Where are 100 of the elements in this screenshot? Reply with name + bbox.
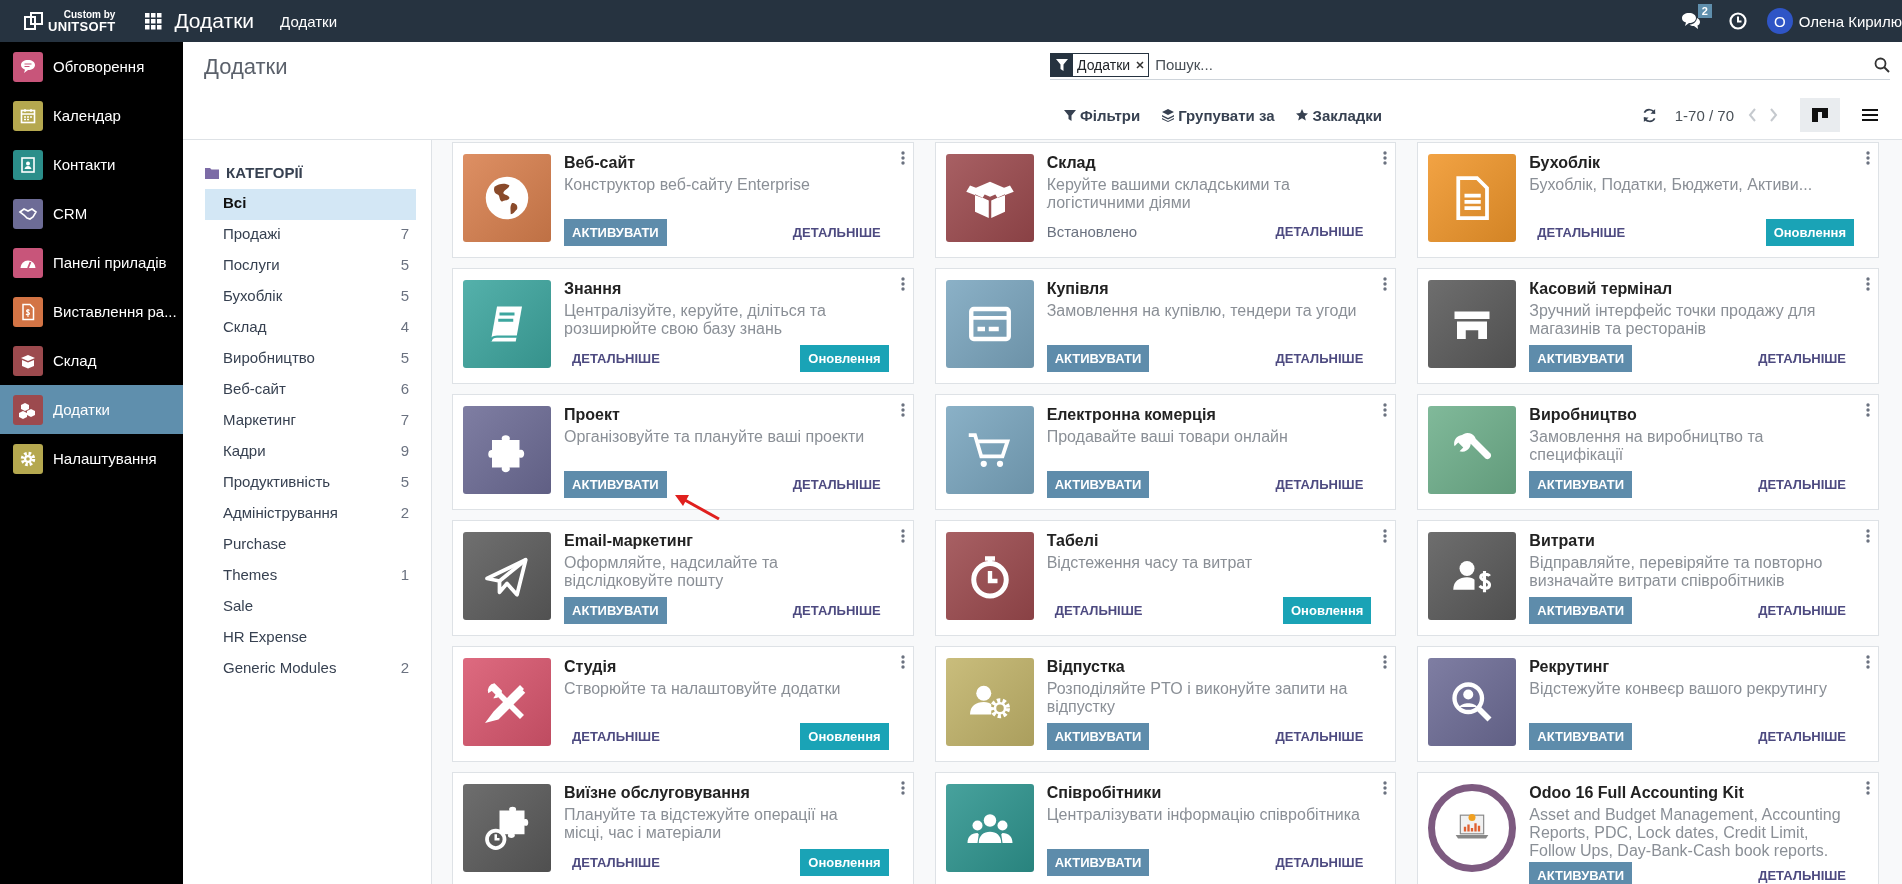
category-count: 6 — [400, 380, 409, 399]
details-link[interactable]: ДЕТАЛЬНІШЕ — [1750, 597, 1854, 624]
category-item[interactable]: Бухоблік 5 — [205, 282, 416, 313]
sidebar-item[interactable]: Панелі приладів — [0, 238, 183, 287]
kanban-view-icon — [1812, 108, 1828, 122]
details-link[interactable]: ДЕТАЛЬНІШЕ — [784, 219, 889, 246]
kebab-menu-icon[interactable] — [900, 781, 905, 795]
kebab-menu-icon[interactable] — [1383, 277, 1388, 291]
category-item[interactable]: Виробництво 5 — [205, 344, 416, 375]
kebab-menu-icon[interactable] — [1383, 403, 1388, 417]
details-link[interactable]: ДЕТАЛЬНІШЕ — [1267, 345, 1372, 372]
activate-button[interactable]: АКТИВУВАТИ — [1046, 849, 1150, 876]
category-item[interactable]: Адміністрування 2 — [205, 499, 416, 530]
sidebar-item[interactable]: Налаштування — [0, 434, 183, 483]
details-link[interactable]: ДЕТАЛЬНІШЕ — [1529, 219, 1634, 246]
details-link[interactable]: ДЕТАЛЬНІШЕ — [1750, 862, 1854, 884]
activate-button[interactable]: АКТИВУВАТИ — [1046, 723, 1150, 750]
app-description: Створюйте та налаштовуйте додатки — [564, 680, 842, 699]
details-link[interactable]: ДЕТАЛЬНІШЕ — [1267, 471, 1372, 498]
activate-button[interactable]: АКТИВУВАТИ — [1529, 723, 1632, 750]
kebab-menu-icon[interactable] — [900, 277, 905, 291]
pager-value[interactable]: 1-70 / 70 — [1674, 106, 1734, 124]
activate-button[interactable]: АКТИВУВАТИ — [1046, 345, 1150, 372]
user-avatar[interactable]: O — [1766, 8, 1793, 34]
sidebar-item[interactable]: Контакти — [0, 140, 183, 189]
sidebar-item[interactable]: Календар — [0, 91, 183, 140]
app-title: Касовий термінал — [1529, 280, 1674, 298]
kebab-menu-icon[interactable] — [1383, 655, 1388, 669]
category-item[interactable]: Склад 4 — [205, 313, 416, 344]
details-link[interactable]: ДЕТАЛЬНІШЕ — [784, 597, 889, 624]
activate-button[interactable]: АКТИВУВАТИ — [1529, 471, 1632, 498]
kebab-menu-icon[interactable] — [1866, 655, 1870, 669]
activate-button[interactable]: АКТИВУВАТИ — [564, 597, 667, 624]
app-description: Конструктор веб-сайту Enterprise — [564, 176, 811, 195]
apps-menu-icon[interactable] — [145, 12, 163, 30]
details-link[interactable]: ДЕТАЛЬНІШЕ — [1267, 849, 1372, 876]
filter-facet[interactable]: Додатки — [1050, 52, 1150, 77]
details-link[interactable]: ДЕТАЛЬНІШЕ — [1750, 723, 1854, 750]
kebab-menu-icon[interactable] — [1866, 529, 1870, 543]
kebab-menu-icon[interactable] — [900, 151, 905, 165]
search-icon[interactable] — [1874, 56, 1890, 73]
category-item[interactable]: Всі — [205, 189, 416, 220]
app-description: Оформляйте, надсилайте та відслідковуйте пошту — [564, 554, 779, 591]
app-description: Бухоблік, Податки, Бюджети, Активи... — [1529, 176, 1814, 195]
details-link[interactable]: ДЕТАЛЬНІШЕ — [784, 471, 889, 498]
view-switch-button[interactable] — [1800, 98, 1840, 132]
kebab-menu-icon[interactable] — [900, 403, 905, 417]
details-link[interactable]: ДЕТАЛЬНІШЕ — [1267, 218, 1372, 245]
category-item[interactable]: Маркетинг 7 — [205, 406, 416, 437]
chat-icon[interactable] — [1680, 12, 1701, 30]
category-item[interactable]: Purchase — [205, 530, 416, 561]
kebab-menu-icon[interactable] — [1383, 781, 1388, 795]
user-name[interactable]: Олена Кирилю — [1798, 12, 1902, 30]
activate-button[interactable]: АКТИВУВАТИ — [1529, 862, 1632, 884]
activate-button[interactable]: АКТИВУВАТИ — [1046, 471, 1150, 498]
details-link[interactable]: ДЕТАЛЬНІШЕ — [1750, 471, 1854, 498]
category-item[interactable]: Продуктивність 5 — [205, 468, 416, 499]
activate-button[interactable]: АКТИВУВАТИ — [1529, 597, 1632, 624]
category-item[interactable]: Веб-сайт 6 — [205, 375, 416, 406]
sidebar-item[interactable]: Виставлення ра... — [0, 287, 183, 336]
sidebar-item[interactable]: Обговорення — [0, 42, 183, 91]
details-link[interactable]: ДЕТАЛЬНІШЕ — [564, 849, 668, 876]
sidebar-item[interactable]: CRM — [0, 189, 183, 238]
sidebar-item[interactable]: Склад — [0, 336, 183, 385]
kebab-menu-icon[interactable] — [1383, 529, 1388, 543]
category-label: Продажі — [223, 225, 281, 244]
category-label: Всі — [223, 194, 247, 213]
activate-button[interactable]: АКТИВУВАТИ — [564, 471, 667, 498]
kebab-menu-icon[interactable] — [1866, 781, 1870, 795]
category-item[interactable]: Кадри 9 — [205, 437, 416, 468]
category-item[interactable]: Послуги 5 — [205, 251, 416, 282]
clock-icon[interactable] — [1728, 12, 1747, 30]
activate-button[interactable]: АКТИВУВАТИ — [1529, 345, 1632, 372]
category-label: Продуктивність — [223, 473, 331, 492]
kebab-menu-icon[interactable] — [1866, 277, 1870, 291]
details-link[interactable]: ДЕТАЛЬНІШЕ — [564, 723, 668, 750]
kebab-menu-icon[interactable] — [900, 655, 905, 669]
details-link[interactable]: ДЕТАЛЬНІШЕ — [564, 345, 668, 372]
category-item[interactable]: Продажі 7 — [205, 220, 416, 251]
logo-wordmark: UNITSOFT — [48, 19, 116, 33]
kebab-menu-icon[interactable] — [1383, 151, 1388, 165]
category-item[interactable]: Generic Modules 2 — [205, 654, 416, 685]
details-link[interactable]: ДЕТАЛЬНІШЕ — [1267, 723, 1372, 750]
menu-link[interactable]: Додатки — [280, 12, 337, 30]
toolbar-button[interactable]: Групувати за — [1160, 102, 1277, 128]
kebab-menu-icon[interactable] — [1866, 151, 1870, 165]
activate-button[interactable]: АКТИВУВАТИ — [564, 219, 667, 246]
details-link[interactable]: ДЕТАЛЬНІШЕ — [1750, 345, 1854, 372]
details-link[interactable]: ДЕТАЛЬНІШЕ — [1046, 597, 1151, 624]
refresh-icon[interactable] — [1641, 107, 1657, 123]
category-item[interactable]: Themes 1 — [205, 561, 416, 592]
kebab-menu-icon[interactable] — [1866, 403, 1870, 417]
category-item[interactable]: Sale — [205, 592, 416, 623]
category-label: Generic Modules — [223, 659, 337, 678]
app-title: Знання — [564, 280, 623, 298]
kebab-menu-icon[interactable] — [900, 529, 905, 543]
category-item[interactable]: HR Expense — [205, 623, 416, 654]
toolbar-button[interactable]: Фільтри — [1062, 102, 1143, 128]
toolbar-button[interactable]: Закладки — [1294, 102, 1385, 128]
categories-heading: КАТЕГОРІЇ — [226, 164, 303, 181]
